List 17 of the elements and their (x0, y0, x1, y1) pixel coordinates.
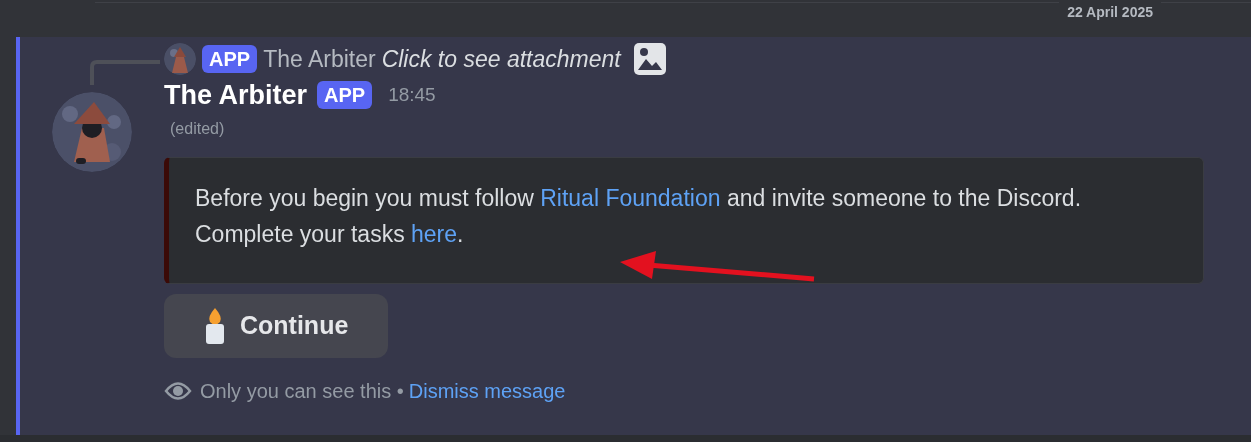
author-name[interactable]: The Arbiter (164, 74, 307, 116)
eye-icon (164, 380, 192, 402)
dismiss-link[interactable]: Dismiss message (408, 376, 566, 406)
candle-icon (204, 307, 226, 345)
continue-button[interactable]: Continue (164, 294, 389, 358)
ephemeral-notice: Only you can see this • (200, 379, 404, 404)
image-icon (632, 42, 667, 76)
link[interactable]: Ritual Foundation (540, 185, 721, 211)
edited-label: (edited) (170, 119, 225, 139)
timestamp: 18:45 (388, 82, 436, 107)
link[interactable]: here (411, 221, 458, 247)
embed-text: Before you begin you must follow Ritual Foundation and invite someone to the Discord. Complete your tasks here. (195, 184, 1083, 249)
date-divider: 22 April 2025 (1067, 4, 1153, 20)
reply-text[interactable]: Click to see attachment (381, 41, 621, 77)
app-badge: APP (317, 81, 373, 109)
reply-author[interactable]: The Arbiter (263, 41, 376, 77)
app-badge: APP (202, 45, 258, 73)
